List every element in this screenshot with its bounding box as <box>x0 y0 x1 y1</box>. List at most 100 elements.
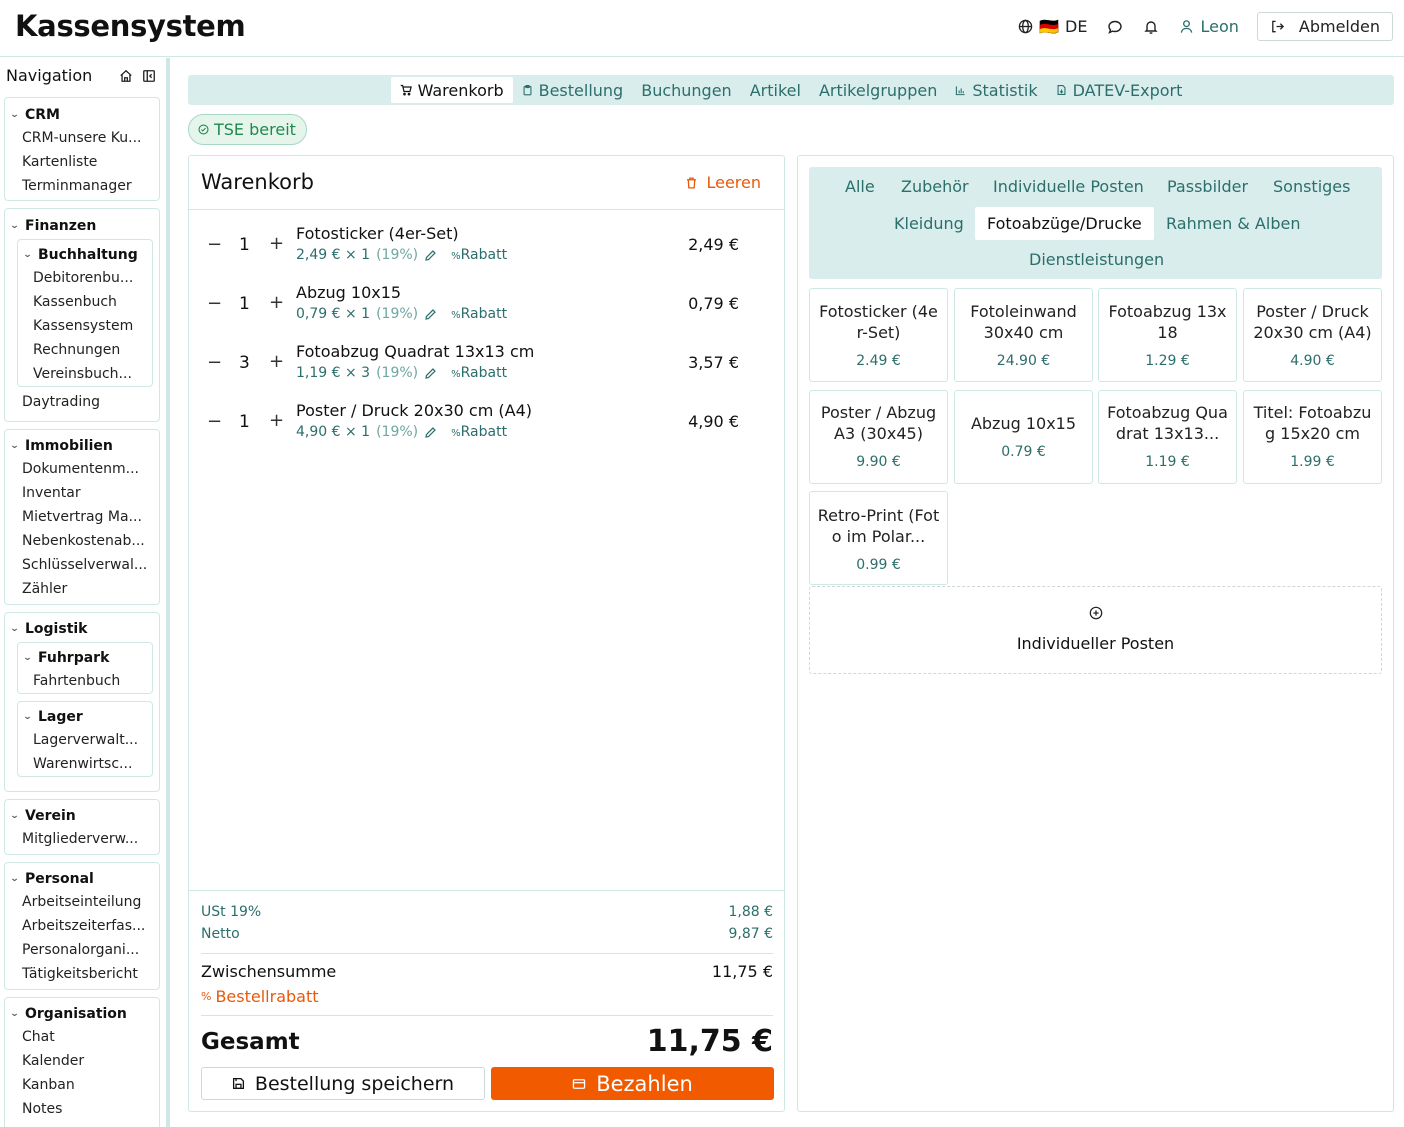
logout-button[interactable]: Abmelden <box>1256 12 1393 41</box>
nav-group-verein-header[interactable]: ⌄ Verein <box>5 805 159 827</box>
tab-warenkorb[interactable]: Warenkorb <box>390 77 513 103</box>
increase-qty-button[interactable]: + <box>269 233 284 254</box>
sidebar-item-lagerverwaltung[interactable]: Lagerverwalt... <box>18 728 152 752</box>
net-value: 9,87 € <box>728 926 773 942</box>
product-tile[interactable]: Titel: Fotoabzug 15x20 cm 1.99 € <box>1243 390 1382 484</box>
sidebar-item-warenwirtschaft[interactable]: Warenwirtsc... <box>18 752 152 776</box>
product-tile[interactable]: Poster / Abzug A3 (30x45) 9.90 € <box>809 390 948 484</box>
edit-icon[interactable] <box>424 426 437 439</box>
sidebar-item-kalender[interactable]: Kalender <box>5 1049 159 1073</box>
decrease-qty-button[interactable]: − <box>207 411 222 432</box>
category-individuelle-posten[interactable]: Individuelle Posten <box>981 170 1156 203</box>
nav-subgroup-buchhaltung-header[interactable]: ⌄ Buchhaltung <box>18 244 152 266</box>
sidebar-collapse-icon[interactable] <box>142 69 156 83</box>
sidebar-item-arbeitszeiterfassung[interactable]: Arbeitszeiterfas... <box>5 914 159 938</box>
sidebar-item-notes[interactable]: Notes <box>5 1097 159 1121</box>
discount-button[interactable]: %Rabatt <box>451 247 507 263</box>
save-order-button[interactable]: Bestellung speichern <box>201 1067 485 1100</box>
tab-bestellung[interactable]: Bestellung <box>513 77 633 103</box>
tab-datev-export[interactable]: DATEV-Export <box>1047 77 1192 103</box>
sidebar-item-debitorenbuchhaltung[interactable]: Debitorenbu... <box>18 266 152 290</box>
order-discount-button[interactable]: % Bestellrabatt <box>201 987 319 1006</box>
increase-qty-button[interactable]: + <box>269 351 284 372</box>
sidebar-item-zaehler[interactable]: Zähler <box>5 577 159 601</box>
edit-icon[interactable] <box>424 249 437 262</box>
category-rahmen-alben[interactable]: Rahmen & Alben <box>1154 207 1312 240</box>
sidebar-item-terminmanager[interactable]: Terminmanager <box>5 174 159 198</box>
discount-button[interactable]: %Rabatt <box>451 365 507 381</box>
sidebar-item-kassensystem[interactable]: Kassensystem <box>18 314 152 338</box>
language-switcher[interactable]: 🇩🇪 DE <box>1008 13 1097 40</box>
product-tile[interactable]: Fotoabzug 13x18 1.29 € <box>1098 288 1237 382</box>
decrease-qty-button[interactable]: − <box>207 234 222 255</box>
sidebar-item-taetigkeitsbericht[interactable]: Tätigkeitsbericht <box>5 962 159 986</box>
sidebar-item-crm-unsere[interactable]: CRM-unsere Ku... <box>5 126 159 150</box>
tab-buchungen[interactable]: Buchungen <box>632 77 740 103</box>
sidebar-item-personalorganisation[interactable]: Personalorgani... <box>5 938 159 962</box>
edit-icon[interactable] <box>424 308 437 321</box>
chat-button[interactable] <box>1097 15 1133 39</box>
clear-cart-button[interactable]: Leeren <box>685 173 761 192</box>
edit-icon[interactable] <box>424 367 437 380</box>
sidebar-item-daytrading[interactable]: Daytrading <box>5 390 159 414</box>
product-tile[interactable]: Poster / Druck 20x30 cm (A4) 4.90 € <box>1243 288 1382 382</box>
nav-subgroup-fuhrpark-header[interactable]: ⌄ Fuhrpark <box>18 647 152 669</box>
category-dienstleistungen[interactable]: Dienstleistungen <box>1017 243 1176 276</box>
divider <box>201 953 773 954</box>
category-zubehoer[interactable]: Zubehör <box>889 170 981 203</box>
category-passbilder[interactable]: Passbilder <box>1155 170 1260 203</box>
cart-item-details: 0,79 € × 1 (19%) %Rabatt <box>296 306 507 322</box>
increase-qty-button[interactable]: + <box>269 410 284 431</box>
nav-group-organisation-header[interactable]: ⌄ Organisation <box>5 1003 159 1025</box>
tab-artikelgruppen[interactable]: Artikelgruppen <box>810 77 946 103</box>
home-icon[interactable] <box>119 69 133 83</box>
nav-group-finanzen-header[interactable]: ⌄ Finanzen <box>5 215 159 237</box>
chevron-down-icon: ⌄ <box>9 221 20 231</box>
nav-group-crm-header[interactable]: ⌄ CRM <box>5 104 159 126</box>
sidebar-item-rechnungen[interactable]: Rechnungen <box>18 338 152 362</box>
custom-item-button[interactable]: Individueller Posten <box>809 586 1382 674</box>
category-fotoabzuege-drucke[interactable]: Fotoabzüge/Drucke <box>975 207 1154 240</box>
language-label: DE <box>1065 17 1088 36</box>
category-kleidung[interactable]: Kleidung <box>882 207 976 240</box>
product-tile[interactable]: Fotoleinwand 30x40 cm 24.90 € <box>954 288 1093 382</box>
cart-icon <box>400 84 412 96</box>
sidebar-item-schluesselverwaltung[interactable]: Schlüsselverwal... <box>5 553 159 577</box>
product-tile[interactable]: Fotosticker (4er-Set) 2.49 € <box>809 288 948 382</box>
product-name: Poster / Abzug A3 (30x45) <box>820 403 937 443</box>
chevron-down-icon: ⌄ <box>9 441 20 451</box>
category-alle[interactable]: Alle <box>833 170 887 203</box>
tab-artikel[interactable]: Artikel <box>741 77 810 103</box>
sidebar-item-inventar[interactable]: Inventar <box>5 481 159 505</box>
tab-statistik[interactable]: Statistik <box>946 77 1046 103</box>
sidebar-item-fahrtenbuch[interactable]: Fahrtenbuch <box>18 669 152 693</box>
nav-subgroup-lager-header[interactable]: ⌄ Lager <box>18 706 152 728</box>
notifications-button[interactable] <box>1133 15 1169 39</box>
sidebar-item-mietvertrag[interactable]: Mietvertrag Ma... <box>5 505 159 529</box>
discount-button[interactable]: %Rabatt <box>451 424 507 440</box>
nav-group-immobilien-header[interactable]: ⌄ Immobilien <box>5 435 159 457</box>
sidebar-item-kassenbuch[interactable]: Kassenbuch <box>18 290 152 314</box>
increase-qty-button[interactable]: + <box>269 292 284 313</box>
nav-group-logistik-header[interactable]: ⌄ Logistik <box>5 618 159 640</box>
sidebar-item-chat[interactable]: Chat <box>5 1025 159 1049</box>
sidebar-resize-handle[interactable] <box>166 58 170 1127</box>
sidebar-item-vereinsbuchhaltung[interactable]: Vereinsbuch... <box>18 362 152 386</box>
product-tile[interactable]: Fotoabzug Quadrat 13x13... 1.19 € <box>1098 390 1237 484</box>
sidebar-item-dokumentenmanagement[interactable]: Dokumentenm... <box>5 457 159 481</box>
sidebar-item-arbeitseinteilung[interactable]: Arbeitseinteilung <box>5 890 159 914</box>
category-sonstiges[interactable]: Sonstiges <box>1261 170 1362 203</box>
decrease-qty-button[interactable]: − <box>207 293 222 314</box>
sidebar-item-kanban[interactable]: Kanban <box>5 1073 159 1097</box>
user-menu[interactable]: Leon <box>1169 13 1248 40</box>
discount-button[interactable]: %Rabatt <box>451 306 507 322</box>
sidebar-item-nebenkostenabrechnung[interactable]: Nebenkostenab... <box>5 529 159 553</box>
vat-rate: (19%) <box>376 306 419 322</box>
pay-button[interactable]: Bezahlen <box>491 1067 774 1100</box>
sidebar-item-mitgliederverwaltung[interactable]: Mitgliederverw... <box>5 827 159 851</box>
decrease-qty-button[interactable]: − <box>207 352 222 373</box>
product-tile[interactable]: Abzug 10x15 0.79 € <box>954 390 1093 484</box>
sidebar-item-kartenliste[interactable]: Kartenliste <box>5 150 159 174</box>
product-tile[interactable]: Retro-Print (Foto im Polar... 0.99 € <box>809 491 948 585</box>
nav-group-personal-header[interactable]: ⌄ Personal <box>5 868 159 890</box>
